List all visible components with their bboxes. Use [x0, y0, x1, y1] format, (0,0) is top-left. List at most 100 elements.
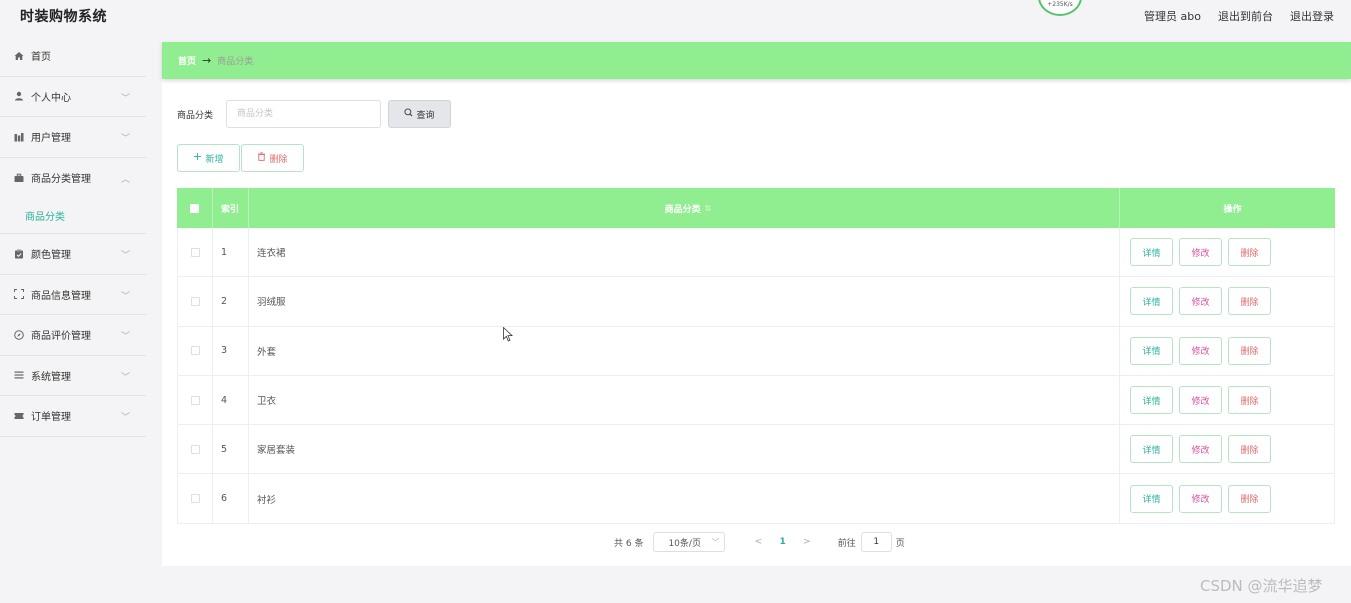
sidebar-item-order-management[interactable]: 订单管理 ﹀: [0, 396, 146, 437]
sidebar-item-review-management[interactable]: 商品评价管理 ﹀: [0, 315, 146, 356]
detail-button[interactable]: 详情: [1130, 484, 1173, 513]
sidebar-subitem-category[interactable]: 商品分类: [0, 198, 146, 234]
header-category-label: 商品分类: [664, 204, 701, 215]
next-page-button[interactable]: >: [800, 537, 814, 547]
network-speed-text: +235K/s: [1047, 1, 1073, 8]
sidebar-item-user-management[interactable]: 用户管理 ﹀: [0, 117, 146, 158]
chevron-down-icon: ﹀: [711, 538, 720, 547]
edit-button[interactable]: 修改: [1179, 287, 1222, 316]
main-content: 首页 → 商品分类 商品分类 查询 新增 删除 索引 商品分类 ⇅: [162, 42, 1351, 566]
delete-button[interactable]: 删除: [1228, 287, 1271, 316]
header-ops: 操作: [1223, 204, 1242, 215]
row-index: 4: [213, 375, 249, 425]
top-header: 时装购物系统 +235K/s 管理员 abo 退出到前台 退出登录: [0, 0, 1351, 32]
edit-button[interactable]: 修改: [1179, 336, 1222, 365]
row-category: 卫衣: [249, 375, 1120, 425]
row-ops: 详情 修改 删除: [1120, 425, 1335, 474]
sidebar-item-product-info[interactable]: 商品信息管理 ﹀: [0, 275, 146, 315]
edit-button[interactable]: 修改: [1179, 238, 1222, 267]
back-to-front-link[interactable]: 退出到前台: [1218, 8, 1273, 24]
header-checkbox-cell: [177, 188, 213, 228]
delete-button[interactable]: 删除: [1228, 386, 1271, 415]
header-category[interactable]: 商品分类 ⇅: [249, 188, 1120, 228]
table-row: 4 卫衣 详情 修改 删除: [177, 375, 1335, 426]
row-index: 5: [213, 425, 249, 474]
sidebar-item-label: 商品分类管理: [31, 174, 91, 186]
row-checkbox[interactable]: [190, 444, 200, 454]
table-row: 6 衬衫 详情 修改 删除: [177, 474, 1335, 524]
network-speed-badge: +235K/s: [1038, 0, 1082, 16]
logout-link[interactable]: 退出登录: [1290, 8, 1334, 24]
batch-delete-button[interactable]: 删除: [241, 144, 304, 172]
home-icon: [14, 51, 24, 61]
goto-page-input[interactable]: [860, 532, 892, 552]
sidebar-item-color-management[interactable]: 颜色管理 ﹀: [0, 234, 146, 275]
breadcrumb: 首页 → 商品分类: [162, 42, 1351, 79]
prev-page-button[interactable]: <: [751, 537, 765, 547]
page-number-current[interactable]: 1: [779, 537, 785, 547]
row-checkbox[interactable]: [190, 296, 200, 306]
page-suffix: 页: [895, 538, 905, 549]
sidebar-item-category-management[interactable]: 商品分类管理 ︿: [0, 158, 146, 199]
watermark: CSDN @流华追梦: [1200, 577, 1323, 595]
category-table: 索引 商品分类 ⇅ 操作 1 连衣裙 详情 修改 删除 2 羽绒服 详情 修改: [177, 188, 1335, 524]
add-button[interactable]: 新增: [177, 144, 240, 172]
row-index: 6: [213, 474, 249, 523]
edit-button[interactable]: 修改: [1179, 435, 1222, 464]
table-row: 1 连衣裙 详情 修改 删除: [177, 228, 1335, 278]
select-all-checkbox[interactable]: [190, 203, 199, 213]
search-icon: [404, 108, 413, 120]
sidebar-item-label: 商品评价管理: [31, 331, 91, 343]
chevron-down-icon: ﹀: [120, 413, 130, 423]
sidebar-item-home[interactable]: 首页: [0, 36, 146, 77]
mouse-cursor-icon: [503, 326, 513, 345]
row-ops: 详情 修改 删除: [1120, 277, 1335, 326]
sort-icon[interactable]: ⇅: [705, 204, 712, 213]
row-index: 1: [213, 228, 249, 277]
header-index: 索引: [213, 188, 249, 228]
delete-button[interactable]: 删除: [1228, 484, 1271, 513]
user-icon: [14, 91, 24, 101]
row-checkbox[interactable]: [190, 494, 200, 504]
delete-button[interactable]: 删除: [1228, 238, 1271, 267]
row-checkbox[interactable]: [190, 395, 200, 405]
row-category: 衬衫: [249, 474, 1120, 523]
detail-button[interactable]: 详情: [1130, 386, 1173, 415]
detail-button[interactable]: 详情: [1130, 336, 1173, 365]
frame-icon: [14, 289, 24, 300]
detail-button[interactable]: 详情: [1130, 435, 1173, 464]
sidebar-item-label: 首页: [31, 52, 51, 64]
delete-button[interactable]: 删除: [1228, 336, 1271, 365]
add-button-label: 新增: [205, 154, 224, 165]
goto-label: 前往: [837, 538, 856, 549]
list-icon: [14, 370, 24, 380]
chevron-down-icon: ﹀: [120, 372, 130, 383]
briefcase-icon: [14, 173, 24, 183]
sidebar-item-label: 订单管理: [31, 412, 71, 424]
sidebar-item-label: 系统管理: [31, 371, 71, 383]
search-input[interactable]: [226, 100, 381, 128]
sidebar-item-system-management[interactable]: 系统管理 ﹀: [0, 356, 146, 396]
detail-button[interactable]: 详情: [1130, 287, 1173, 316]
sidebar-item-personal-center[interactable]: 个人中心 ﹀: [0, 77, 146, 117]
delete-button[interactable]: 删除: [1228, 435, 1271, 464]
page-size-select[interactable]: 10条/页 ﹀: [653, 532, 726, 552]
table-row: 5 家居套装 详情 修改 删除: [177, 425, 1335, 475]
edit-button[interactable]: 修改: [1179, 386, 1222, 415]
row-category: 外套: [249, 326, 1120, 375]
chart-icon: [14, 132, 24, 142]
breadcrumb-current: 商品分类: [217, 57, 254, 67]
query-button[interactable]: 查询: [388, 100, 451, 128]
pagination: 共 6 条 10条/页 ﹀ < 1 > 前往 页: [614, 532, 905, 552]
sidebar-item-label: 个人中心: [31, 92, 71, 104]
row-index: 3: [213, 326, 249, 375]
pagination-total: 共 6 条: [614, 538, 644, 549]
row-checkbox[interactable]: [190, 346, 200, 356]
detail-button[interactable]: 详情: [1130, 238, 1173, 267]
breadcrumb-home[interactable]: 首页: [178, 54, 196, 67]
chevron-down-icon: ﹀: [120, 291, 130, 302]
edit-button[interactable]: 修改: [1179, 484, 1222, 513]
page-size-value: 10条/页: [668, 538, 701, 549]
row-checkbox[interactable]: [190, 247, 200, 257]
sidebar-item-label: 商品信息管理: [31, 290, 91, 302]
